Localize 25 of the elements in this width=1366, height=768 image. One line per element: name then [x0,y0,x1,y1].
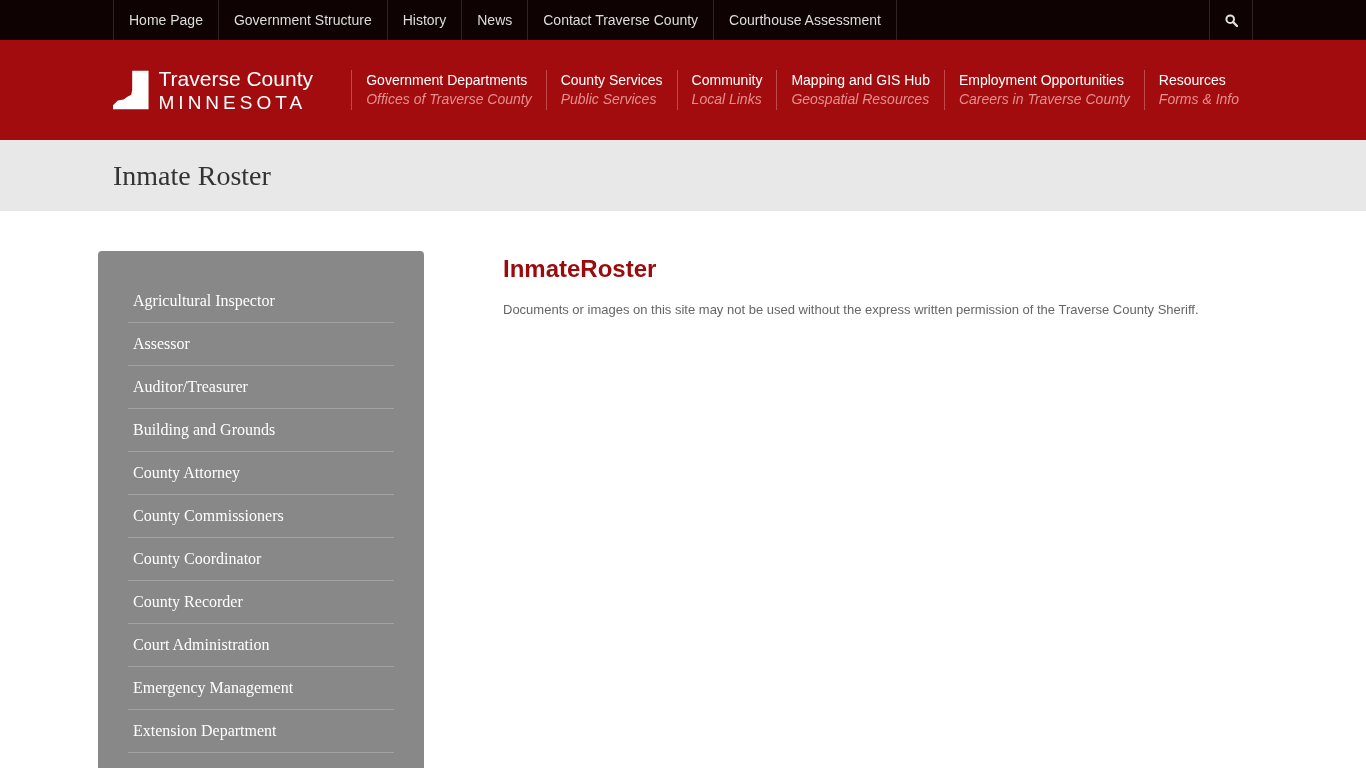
sidebar-link[interactable]: Emergency Management [128,676,299,700]
logo-title: Traverse County [158,68,313,89]
sidebar-link[interactable]: County Recorder [128,590,248,614]
content-heading: InmateRoster [503,254,658,284]
sidebar-link[interactable]: County Commissioners [128,504,289,528]
main-nav-item[interactable]: Resources Forms & Info [1143,70,1253,110]
sidebar-link[interactable]: County Coordinator [128,547,267,571]
sidebar-link[interactable]: Extension Department [128,719,282,743]
search-icon [1224,13,1238,27]
sidebar-link[interactable]: Agricultural Inspector [128,289,280,313]
sidebar-link[interactable]: County Attorney [128,461,246,485]
page-title: Inmate Roster [113,158,271,193]
sidebar-link[interactable]: Court Administration [128,633,275,657]
main-nav-item[interactable]: Community Local Links [676,70,777,110]
state-outline-icon [113,70,149,110]
sidebar-link[interactable]: Auditor/Treasurer [128,375,253,399]
notice-text: Documents or images on this site may not be used without the express written permission of the Traverse County Sheriff. [503,301,1199,319]
main-nav-item[interactable]: Government Departments Offices of Traverse County [351,70,546,110]
site-logo[interactable]: Traverse County MINNESOTA [113,68,313,112]
main-nav-item[interactable]: County Services Public Services [545,70,677,110]
main-nav-item[interactable]: Mapping and GIS Hub Geospatial Resources [776,70,944,110]
main-nav-item[interactable]: Employment Opportunities Careers in Traverse County [943,70,1144,110]
sidebar-link[interactable]: Assessor [128,332,195,356]
sidebar-link[interactable]: Building and Grounds [128,418,281,442]
logo-subtitle: MINNESOTA [158,93,308,112]
